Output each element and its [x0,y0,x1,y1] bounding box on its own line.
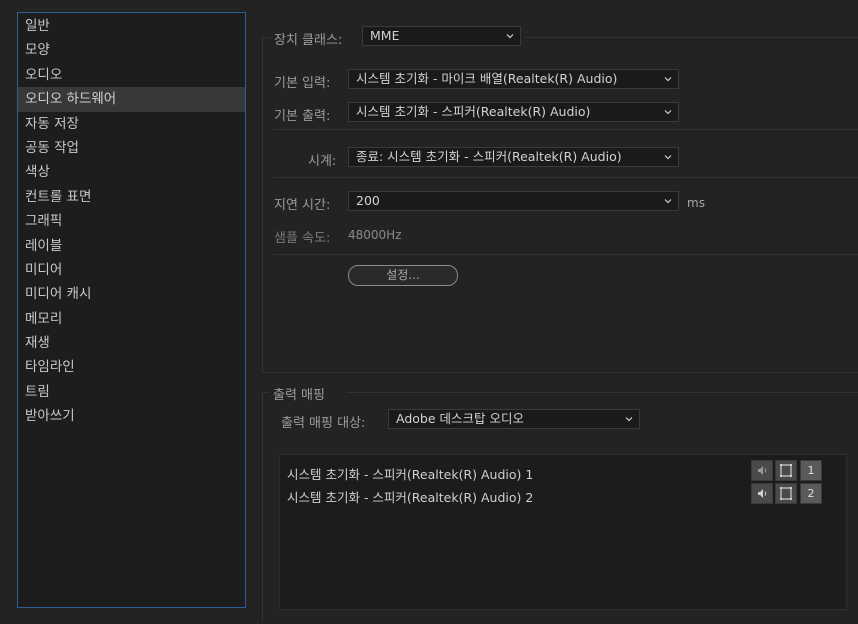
sidebar-item-audio-hardware[interactable]: 오디오 하드웨어 [18,87,245,112]
sidebar-item-auto-save[interactable]: 자동 저장 [18,112,245,136]
preferences-category-list: 일반 모양 오디오 오디오 하드웨어 자동 저장 공동 작업 색상 컨트롤 표면… [17,12,246,608]
sidebar-item-control-surface[interactable]: 컨트롤 표면 [18,185,245,209]
device-class-label: 장치 클래스: [274,33,343,48]
clock-value: 종료: 시스템 초기화 - 스피커(Realtek(R) Audio) [356,149,622,164]
output-mapping-target-label: 출력 매핑 대상: [281,416,366,431]
chevron-down-icon [664,199,672,204]
default-input-dropdown[interactable]: 시스템 초기화 - 마이크 배열(Realtek(R) Audio) [348,69,679,89]
divider [273,177,858,178]
sidebar-item-memory[interactable]: 메모리 [18,307,245,331]
chevron-down-icon [664,110,672,115]
clock-dropdown[interactable]: 종료: 시스템 초기화 - 스피커(Realtek(R) Audio) [348,147,679,167]
list-item[interactable]: 시스템 초기화 - 스피커(Realtek(R) Audio) 1 [287,464,533,483]
sample-rate-value: 48000Hz [348,228,402,242]
channel-controls: 1 2 [751,460,823,505]
chevron-down-icon [664,77,672,82]
default-output-value: 시스템 초기화 - 스피커(Realtek(R) Audio) [356,104,591,119]
channel-number-2: 2 [800,483,822,504]
sidebar-item-audio[interactable]: 오디오 [18,63,245,87]
chevron-down-icon [625,417,633,422]
sidebar-item-appearance[interactable]: 모양 [18,38,245,62]
sidebar-item-playback[interactable]: 재생 [18,331,245,355]
sidebar-item-general[interactable]: 일반 [18,14,245,38]
chevron-down-icon [664,155,672,160]
sidebar-item-timeline[interactable]: 타임라인 [18,355,245,379]
speaker-icon[interactable] [751,483,773,504]
channel-number-1: 1 [800,460,822,481]
output-mapping-target-dropdown[interactable]: Adobe 데스크탑 오디오 [388,409,640,429]
default-output-dropdown[interactable]: 시스템 초기화 - 스피커(Realtek(R) Audio) [348,102,679,122]
output-mapping-title: 출력 매핑 [273,388,325,403]
sidebar-item-collaboration[interactable]: 공동 작업 [18,136,245,160]
settings-button[interactable]: 설정... [348,265,458,286]
divider [273,129,858,130]
clock-label: 시계: [308,154,337,169]
sidebar-item-trim[interactable]: 트림 [18,380,245,404]
divider [273,254,858,255]
sidebar-item-transcription[interactable]: 받아쓰기 [18,404,245,428]
device-class-dropdown[interactable]: MME [362,26,521,46]
latency-dropdown[interactable]: 200 [348,191,679,211]
latency-value: 200 [356,193,380,208]
speaker-icon[interactable] [751,460,773,481]
channel-frame-icon[interactable] [775,483,797,504]
default-input-label: 기본 입력: [274,76,331,91]
sidebar-item-media[interactable]: 미디어 [18,258,245,282]
default-input-value: 시스템 초기화 - 마이크 배열(Realtek(R) Audio) [356,71,618,86]
output-mapping-list: 시스템 초기화 - 스피커(Realtek(R) Audio) 1 시스템 초기… [279,454,847,610]
output-mapping-target-value: Adobe 데스크탑 오디오 [396,411,524,426]
sidebar-item-labels[interactable]: 레이블 [18,234,245,258]
sidebar-item-media-cache[interactable]: 미디어 캐시 [18,282,245,306]
device-class-value: MME [370,28,400,43]
latency-label: 지연 시간: [274,198,331,213]
sidebar-item-graphics[interactable]: 그래픽 [18,209,245,233]
latency-unit: ms [687,196,705,210]
sample-rate-label: 샘플 속도: [274,231,331,246]
chevron-down-icon [506,34,514,39]
channel-frame-icon[interactable] [775,460,797,481]
list-item[interactable]: 시스템 초기화 - 스피커(Realtek(R) Audio) 2 [287,487,533,506]
default-output-label: 기본 출력: [274,109,331,124]
sidebar-item-color[interactable]: 색상 [18,160,245,184]
